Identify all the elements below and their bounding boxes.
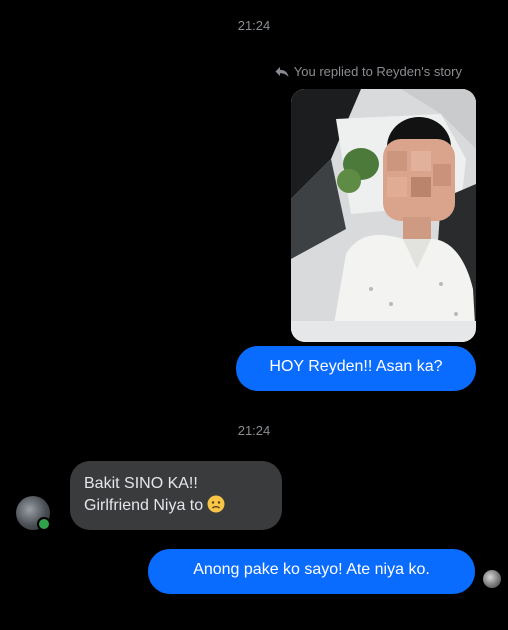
worried-face-emoji-icon <box>207 495 225 513</box>
story-reply-note: You replied to Reyden's story <box>275 64 462 79</box>
story-preview[interactable] <box>291 89 476 342</box>
reply-note-label: You replied to Reyden's story <box>293 64 462 79</box>
outgoing-message-anong[interactable]: Anong pake ko sayo! Ate niya ko. <box>148 549 475 594</box>
reply-arrow-icon <box>275 66 289 78</box>
message-line-1: Bakit SINO KA!! <box>84 475 198 492</box>
contact-avatar[interactable] <box>16 496 51 531</box>
seen-receipt-avatar <box>483 570 501 588</box>
online-status-dot <box>37 517 51 531</box>
timestamp-middle: 21:24 <box>237 423 271 438</box>
story-image <box>291 89 476 342</box>
timestamp-top: 21:24 <box>237 20 271 33</box>
incoming-message-bakit[interactable]: Bakit SINO KA!! Girlfriend Niya to <box>70 461 282 530</box>
message-line-2: Girlfriend Niya to <box>84 495 268 517</box>
message-line-2-text: Girlfriend Niya to <box>84 497 204 514</box>
outgoing-message-hoy[interactable]: HOY Reyden!! Asan ka? <box>236 346 476 391</box>
